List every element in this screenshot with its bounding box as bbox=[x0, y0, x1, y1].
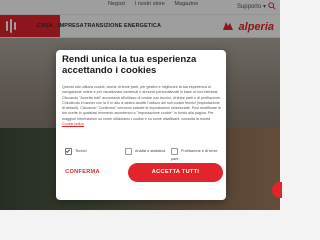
option-tecnici[interactable]: Tecnici bbox=[65, 147, 87, 155]
cookie-dialog-title: Rendi unica la tua esperienza accettando… bbox=[62, 54, 197, 76]
option-tecnici-label: Tecnici bbox=[75, 149, 87, 153]
side-tab-button[interactable] bbox=[272, 182, 282, 198]
option-analisi-label: Analisi e statistica bbox=[135, 149, 166, 153]
option-profilazione[interactable]: Profilazione e di terze parti bbox=[171, 147, 221, 163]
cookie-description: Questo sito utilizza cookie, anche di te… bbox=[62, 85, 222, 121]
checkbox-profilazione[interactable] bbox=[171, 147, 178, 155]
checkbox-tecnici[interactable] bbox=[65, 147, 72, 155]
cookie-options: Tecnici Analisi e statistica Profilazion… bbox=[65, 147, 221, 161]
cookie-policy-link[interactable]: Cookie policy bbox=[62, 122, 84, 126]
checkbox-analisi-statistica[interactable] bbox=[125, 147, 132, 155]
cookie-consent-dialog: Rendi unica la tua esperienza accettando… bbox=[56, 50, 226, 200]
option-analisi-statistica[interactable]: Analisi e statistica bbox=[125, 147, 165, 155]
confirm-button[interactable]: CONFERMA bbox=[57, 163, 108, 182]
accept-all-button[interactable]: ACCETTA TUTTI bbox=[128, 163, 223, 182]
cookie-dialog-text: Questo sito utilizza cookie, anche di te… bbox=[62, 85, 222, 127]
